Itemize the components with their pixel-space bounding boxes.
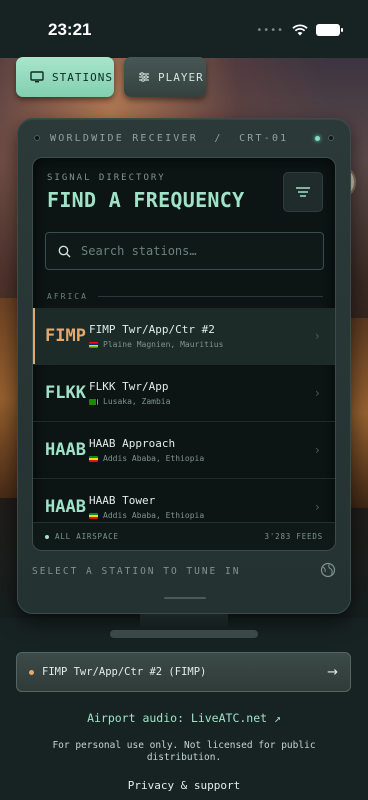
region-divider: AFRICA [47,292,323,301]
screw-icon [34,135,40,141]
search-icon [58,245,71,257]
liveatc-link[interactable]: Airport audio: LiveATC.net ↗ [0,711,368,725]
status-icons: •••• [256,24,343,36]
airspace-filter-label: ALL AIRSPACE [55,532,119,541]
housing-handle [164,597,206,599]
status-time: 23:21 [48,20,92,39]
select-hint: SELECT A STATION TO TUNE IN [32,566,241,577]
directory-label: SIGNAL DIRECTORY [47,173,166,183]
signal-dots-icon: •••• [256,24,284,36]
monitor-icon [30,71,44,83]
divider [97,296,323,297]
battery-icon [316,24,343,36]
page-title: FIND A FREQUENCY [47,188,245,212]
search-input[interactable] [81,244,301,258]
power-led-icon [315,135,320,141]
receiver-housing: WORLDWIDE RECEIVER / CRT-01 SIGNAL DIREC… [17,118,351,614]
menu-button[interactable] [283,172,323,212]
ethiopia-flag-icon [89,455,98,462]
receiver-title: WORLDWIDE RECEIVER / CRT-01 [50,132,289,144]
station-location: Lusaka, Zambia [103,397,171,406]
chevron-right-icon: › [315,329,320,343]
station-location: Plaine Magnien, Mauritius [103,340,224,349]
hamburger-icon [296,187,310,197]
chevron-right-icon: › [315,386,320,400]
search-field[interactable] [45,232,324,270]
wifi-icon [292,24,308,36]
region-label: AFRICA [47,292,88,301]
screen-footer: ALL AIRSPACE 3'283 FEEDS [33,522,335,550]
station-icao: FIMP [45,326,86,346]
list-item[interactable]: FLKK FLKK Twr/App Lusaka, Zambia › [33,365,335,422]
feed-count: 3'283 FEEDS [264,532,323,541]
station-name: FLKK Twr/App [89,380,169,393]
receiver-header: WORLDWIDE RECEIVER / CRT-01 [34,131,334,145]
sliders-icon [139,72,149,82]
globe-icon[interactable] [320,562,336,578]
tab-player[interactable]: PLAYER [124,57,206,97]
status-dot-icon [45,534,49,539]
list-item[interactable]: HAAB HAAB Approach Addis Ababa, Ethiopia… [33,422,335,479]
ethiopia-flag-icon [89,512,98,519]
disclaimer-text: For personal use only. Not licensed for … [52,740,316,763]
chevron-right-icon: › [315,500,320,514]
list-item[interactable]: FIMP FIMP Twr/App/Ctr #2 Plaine Magnien,… [33,308,335,365]
now-playing-label: FIMP Twr/App/Ctr #2 (FIMP) [42,666,207,678]
station-name: HAAB Approach [89,437,176,450]
tab-player-label: PLAYER [158,70,204,84]
station-location: Addis Ababa, Ethiopia [103,511,205,520]
station-icao: FLKK [45,383,86,403]
tab-stations[interactable]: STATIONS [16,57,114,97]
arrow-right-icon: → [327,664,338,680]
playing-dot-icon [29,669,34,675]
now-playing-bar[interactable]: FIMP Twr/App/Ctr #2 (FIMP) → [16,652,351,692]
screw-icon [328,135,334,141]
station-name: HAAB Tower [89,494,156,507]
station-name: FIMP Twr/App/Ctr #2 [89,323,215,336]
tab-stations-label: STATIONS [52,70,113,84]
station-icao: HAAB [45,497,86,517]
monitor-stand-base [110,630,258,638]
status-bar: 23:21 •••• [0,0,368,58]
station-list: FIMP FIMP Twr/App/Ctr #2 Plaine Magnien,… [33,308,335,536]
zambia-flag-icon [89,398,98,405]
crt-screen: SIGNAL DIRECTORY FIND A FREQUENCY AFRICA [32,157,336,551]
station-icao: HAAB [45,440,86,460]
chevron-right-icon: › [315,443,320,457]
privacy-link[interactable]: Privacy & support [0,779,368,792]
mauritius-flag-icon [89,341,98,348]
station-location: Addis Ababa, Ethiopia [103,454,205,463]
